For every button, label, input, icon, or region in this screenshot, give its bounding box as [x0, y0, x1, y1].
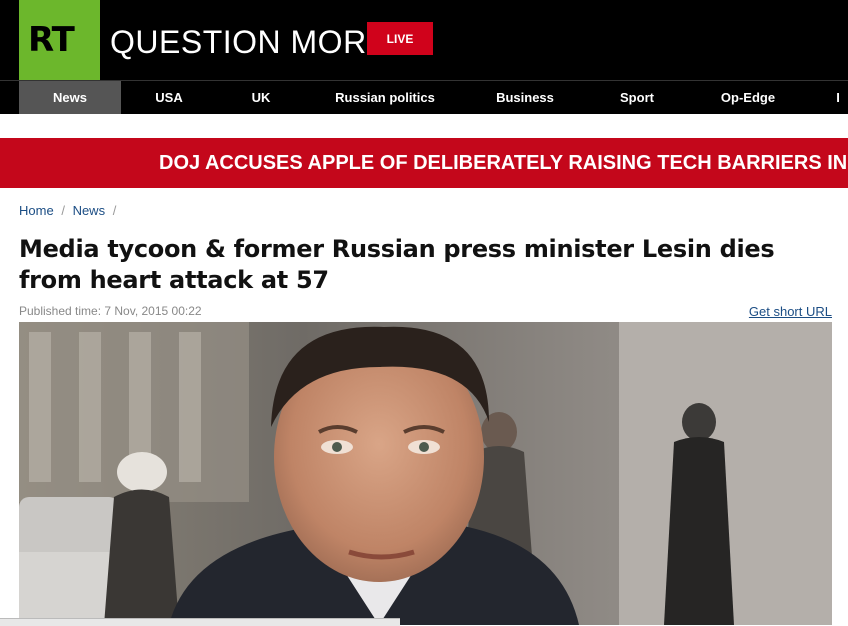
rt-logo[interactable]: RT [19, 0, 100, 80]
breadcrumb-home[interactable]: Home [19, 203, 54, 218]
ticker-text[interactable]: DOJ ACCUSES APPLE OF DELIBERATELY RAISIN… [159, 138, 848, 188]
breadcrumb: Home / News / [19, 203, 120, 218]
nav-item-usa[interactable]: USA [136, 81, 202, 114]
published-time: Published time: 7 Nov, 2015 00:22 [19, 304, 202, 318]
nav-item-russian-politics[interactable]: Russian politics [325, 81, 445, 114]
breadcrumb-separator: / [112, 203, 117, 218]
breaking-news-ticker[interactable]: DOJ ACCUSES APPLE OF DELIBERATELY RAISIN… [0, 138, 848, 188]
nav-item-news[interactable]: News [19, 81, 121, 114]
nav-item-business[interactable]: Business [485, 81, 565, 114]
nav-item-op-edge[interactable]: Op-Edge [708, 81, 788, 114]
get-short-url-link[interactable]: Get short URL [749, 304, 832, 319]
breadcrumb-news[interactable]: News [73, 203, 106, 218]
nav-item-more[interactable]: I [828, 81, 848, 114]
article-photo [19, 322, 832, 625]
nav-item-uk[interactable]: UK [228, 81, 294, 114]
logo-text: RT [28, 20, 75, 60]
nav-item-sport[interactable]: Sport [607, 81, 667, 114]
article-title: Media tycoon & former Russian press mini… [19, 235, 775, 294]
breadcrumb-separator: / [61, 203, 65, 218]
site-tagline: QUESTION MORE [110, 24, 389, 60]
live-button[interactable]: LIVE [367, 22, 433, 55]
site-header: RT QUESTION MORE LIVE [0, 0, 848, 80]
main-nav: News USA UK Russian politics Business Sp… [0, 80, 848, 114]
